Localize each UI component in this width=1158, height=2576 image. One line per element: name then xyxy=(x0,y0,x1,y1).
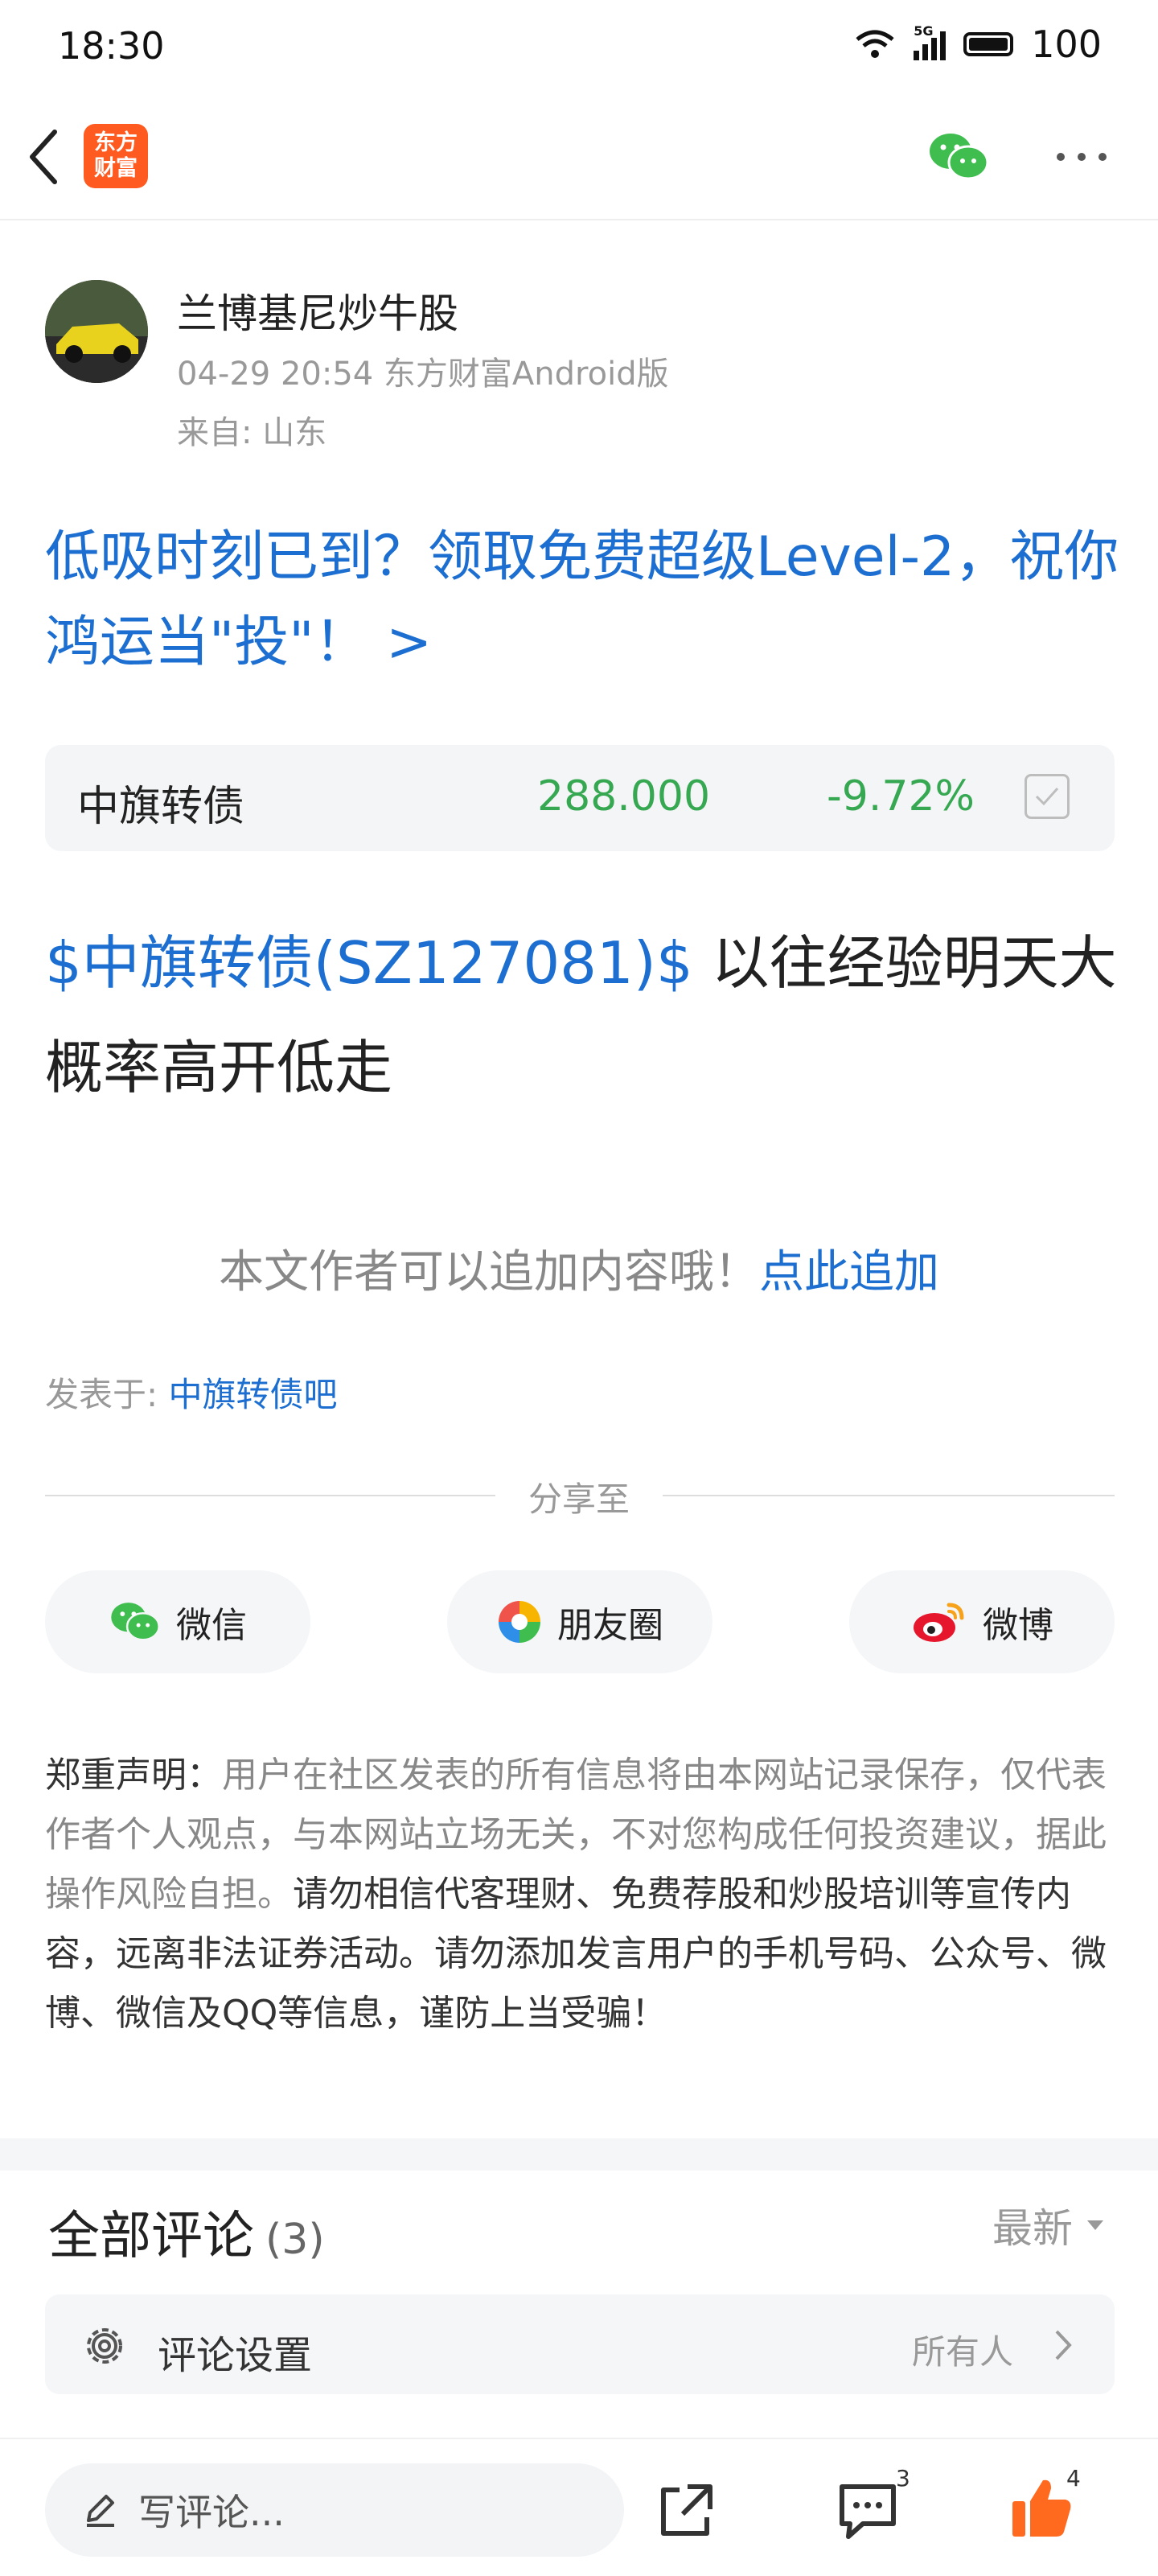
posted-in-label: 发表于: xyxy=(45,1375,169,1414)
post-body: $中旗转债(SZ127081)$ 以往经验明天大概率高开低走 xyxy=(45,911,1123,1120)
battery-level: 100 xyxy=(1031,23,1102,66)
append-link[interactable]: 点此追加 xyxy=(759,1246,939,1298)
stock-change: -9.72% xyxy=(827,772,975,821)
comments-title: 全部评论 xyxy=(48,2207,254,2266)
wechat-share-button[interactable] xyxy=(926,129,991,185)
wechat-icon xyxy=(111,1603,160,1641)
share-external-icon xyxy=(661,2484,712,2536)
comments-button[interactable] xyxy=(832,2475,904,2547)
wifi-icon xyxy=(856,30,894,58)
author-location: 来自: 山东 xyxy=(177,414,327,451)
status-icons: 5G 100 xyxy=(854,23,1102,66)
stock-name: 中旗转债 xyxy=(77,783,245,831)
write-comment-input[interactable]: 写评论... xyxy=(45,2463,624,2557)
comment-settings-label: 评论设置 xyxy=(158,2333,313,2378)
watchlist-checkbox[interactable] xyxy=(1025,774,1070,819)
back-icon xyxy=(30,130,57,184)
bar-link[interactable]: 中旗转债吧 xyxy=(169,1375,338,1414)
comment-placeholder: 写评论... xyxy=(138,2491,285,2534)
stock-tag-link[interactable]: $中旗转债(SZ127081)$ xyxy=(45,929,693,997)
gear-icon xyxy=(80,2322,129,2370)
share-wechat-button[interactable]: 微信 xyxy=(45,1570,310,1673)
share-label: 分享至 xyxy=(528,1479,630,1519)
comments-count: (3) xyxy=(265,2216,325,2264)
share-moments-label: 朋友圈 xyxy=(557,1605,663,1646)
moments-icon xyxy=(499,1601,540,1643)
share-moments-button[interactable]: 朋友圈 xyxy=(447,1570,712,1673)
append-text: 本文作者可以追加内容哦！ xyxy=(219,1246,759,1298)
signal-icon: 5G xyxy=(914,23,947,60)
battery-icon xyxy=(963,32,1014,56)
sort-label: 最新 xyxy=(992,2205,1073,2252)
comments-header: 全部评论 (3) xyxy=(48,2195,325,2269)
comment-settings-scope: 所有人 xyxy=(912,2332,1014,2372)
pencil-icon xyxy=(87,2495,114,2527)
caret-down-icon xyxy=(1087,2220,1103,2230)
like-count-badge: 4 xyxy=(1066,2465,1081,2492)
app-logo[interactable]: 东方财富 xyxy=(84,124,148,188)
comment-icon xyxy=(840,2484,896,2539)
post-meta: 04-29 20:54 东方财富Android版 xyxy=(177,356,669,393)
thumbs-up-icon xyxy=(1012,2479,1071,2537)
weibo-icon xyxy=(914,1603,964,1642)
disclaimer-title: 郑重声明： xyxy=(45,1755,222,1796)
section-divider xyxy=(0,2138,1158,2171)
posted-in: 发表于: 中旗转债吧 xyxy=(45,1368,338,1417)
disclaimer: 郑重声明：用户在社区发表的所有信息将由本网站记录保存，仅代表作者个人观点，与本网… xyxy=(45,1746,1116,2043)
comment-count-badge: 3 xyxy=(896,2465,910,2492)
promo-link[interactable]: 低吸时刻已到？领取免费超级Level-2，祝你鸿运当"投"！ > xyxy=(45,515,1123,685)
author-name[interactable]: 兰博基尼炒牛股 xyxy=(177,282,458,339)
wechat-icon xyxy=(930,134,989,180)
back-button[interactable] xyxy=(19,121,68,193)
share-button[interactable] xyxy=(650,2475,722,2547)
append-prompt: 本文作者可以追加内容哦！点此追加 xyxy=(0,1236,1158,1301)
chevron-right-icon xyxy=(1047,2325,1079,2365)
more-button[interactable] xyxy=(1049,137,1114,177)
share-weibo-label: 微博 xyxy=(983,1605,1053,1646)
network-type-label: 5G xyxy=(914,23,934,39)
check-icon xyxy=(1035,787,1059,806)
stock-price: 288.000 xyxy=(537,772,711,821)
author-avatar[interactable] xyxy=(45,280,148,383)
comments-sort-dropdown[interactable]: 最新 xyxy=(992,2196,1105,2254)
status-time: 18:30 xyxy=(58,24,165,68)
more-icon xyxy=(1057,153,1107,161)
share-wechat-label: 微信 xyxy=(176,1605,247,1646)
share-weibo-button[interactable]: 微博 xyxy=(849,1570,1115,1673)
